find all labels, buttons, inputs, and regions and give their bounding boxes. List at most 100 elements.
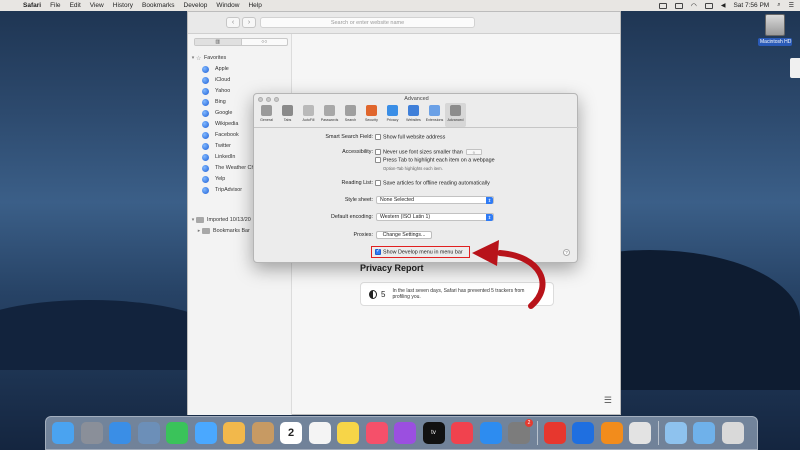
favorites-folder[interactable]: ▾ ☆ Favorites [190,53,226,63]
system-preferences-icon[interactable]: 2 [508,419,533,444]
apple-menu-icon[interactable] [8,1,17,10]
bookmarks-tab-icon[interactable]: ▥ [195,39,242,45]
back-button[interactable]: ‹ [226,17,240,28]
app-store-icon[interactable] [479,422,502,444]
sidebar-item-favorite[interactable]: The Weather Cha [202,163,257,173]
status-mail-icon[interactable] [658,2,667,9]
sidebar-item-favorite[interactable]: Facebook [202,130,239,140]
reading-list-option[interactable]: Save articles for offline reading automa… [375,180,490,186]
tab-security[interactable]: Security [361,103,382,127]
menu-help[interactable]: Help [248,2,261,9]
menu-history[interactable]: History [113,2,133,9]
sidebar-item-favorite[interactable]: iCloud [202,75,230,85]
status-volume-icon[interactable]: ◀ [721,2,726,9]
tab-extensions[interactable]: Extensions [424,103,445,127]
sidebar-item-favorite[interactable]: Google [202,108,232,118]
safari-icon[interactable] [109,422,131,444]
sidebar-item-favorite[interactable]: Wikipedia [202,119,238,129]
menu-edit[interactable]: Edit [70,2,81,9]
launchpad-icon[interactable] [80,422,103,444]
music-icon[interactable] [365,422,388,444]
finder-icon[interactable] [52,422,74,444]
accessibility-label: Accessibility: [342,149,373,155]
tab-autofill[interactable]: AutoFill [298,103,319,127]
sidebar-item-favorite[interactable]: Yahoo [202,86,230,96]
tab-websites[interactable]: Websites [403,103,424,127]
smart-search-checkbox[interactable] [375,134,381,140]
photos-icon[interactable] [223,422,245,444]
menu-window[interactable]: Window [216,2,239,9]
reading-list-tab-icon[interactable]: ○○ [242,39,288,45]
screen-tool-tab[interactable] [790,58,800,78]
vlc-icon[interactable] [600,422,623,444]
menu-file[interactable]: File [50,2,60,9]
encoding-select[interactable]: Western (ISO Latin 1) ⇕ [376,213,494,221]
reminders-icon[interactable] [308,422,331,444]
downloads-folder-icon[interactable] [693,422,715,444]
status-battery-icon[interactable] [704,2,713,9]
status-wifi-icon[interactable]: ◠ [691,2,697,10]
imported-folder[interactable]: ▾ Imported 10/13/20 [190,215,251,225]
menu-safari[interactable]: Safari [23,2,41,9]
sidebar-item-label: iCloud [215,77,231,83]
trash-icon[interactable] [721,422,744,444]
sidebar-item-favorite[interactable]: Twitter [202,141,231,151]
privacy-report-card[interactable]: 5 In the last seven days, Safari has pre… [360,282,554,306]
sidebar-item-favorite[interactable]: Bing [202,97,226,107]
menu-develop[interactable]: Develop [184,2,208,9]
customize-start-page-icon[interactable]: ☰ [604,395,612,406]
menu-bookmarks[interactable]: Bookmarks [142,2,175,9]
globe-icon [202,153,209,161]
tab-tabs[interactable]: Tabs [277,103,298,127]
sidebar-item-favorite[interactable]: Yelp [202,174,225,184]
spotlight-icon[interactable]: ⌕ [777,2,780,9]
smart-search-option[interactable]: Show full website address [375,134,445,140]
change-settings-button[interactable]: Change Settings... [376,231,432,239]
notes-icon[interactable] [337,422,359,444]
messages-icon[interactable] [194,422,217,444]
chrome-icon[interactable] [629,422,651,444]
tab-highlight-option[interactable]: Press Tab to highlight each item on a we… [375,157,495,163]
extensions-icon [429,105,440,116]
sidebar-item-favorite[interactable]: TripAdvisor [202,185,242,195]
help-button[interactable]: ? [563,249,570,256]
sidebar-item-favorite[interactable]: Apple [202,64,229,74]
tab-advanced[interactable]: Advanced [445,103,466,127]
teamviewer-icon[interactable] [572,422,594,444]
tab-search[interactable]: Search [340,103,361,127]
style-sheet-select[interactable]: None Selected ⇕ [376,196,494,204]
podcasts-icon[interactable] [394,422,416,444]
anydesk-icon[interactable] [543,422,566,444]
news-icon[interactable] [451,422,473,444]
smart-search-label: Smart Search Field: [325,134,373,140]
forward-button[interactable]: › [242,17,256,28]
facetime-icon[interactable] [166,422,188,444]
tab-privacy[interactable]: Privacy [382,103,403,127]
tab-label: Advanced [447,118,464,122]
status-display-icon[interactable] [674,2,683,9]
desktop-hd[interactable]: Macintosh HD [758,14,792,46]
tab-passwords[interactable]: Passwords [319,103,340,127]
folder-icon[interactable] [664,422,687,444]
hd-label: Macintosh HD [758,38,792,46]
menu-view[interactable]: View [90,2,104,9]
reading-list-checkbox[interactable] [375,180,381,186]
sidebar-item-favorite[interactable]: LinkedIn [202,152,235,162]
sidebar-item-label: Wikipedia [215,121,239,127]
control-center-icon[interactable]: ☰ [789,2,794,9]
tab-general[interactable]: General [256,103,277,127]
tv-icon[interactable]: tv [422,422,445,444]
sidebar-item-label: The Weather Cha [215,165,258,171]
tab-highlight-checkbox[interactable] [375,157,381,163]
min-font-checkbox[interactable] [375,149,381,155]
globe-icon [202,142,209,150]
bookmarks-bar-folder[interactable]: ▸ Bookmarks Bar [196,226,250,236]
contacts-icon[interactable] [251,422,274,444]
address-bar[interactable]: Search or enter website name [260,17,475,28]
font-size-select[interactable]: 9 [465,149,482,155]
menu-clock[interactable]: Sat 7:56 PM [733,2,769,9]
encoding-label: Default encoding: [331,214,373,220]
preview-icon[interactable] [137,422,160,444]
min-font-option[interactable]: Never use font sizes smaller than 9 [375,149,482,155]
calendar-icon[interactable]: 2 [280,422,302,444]
